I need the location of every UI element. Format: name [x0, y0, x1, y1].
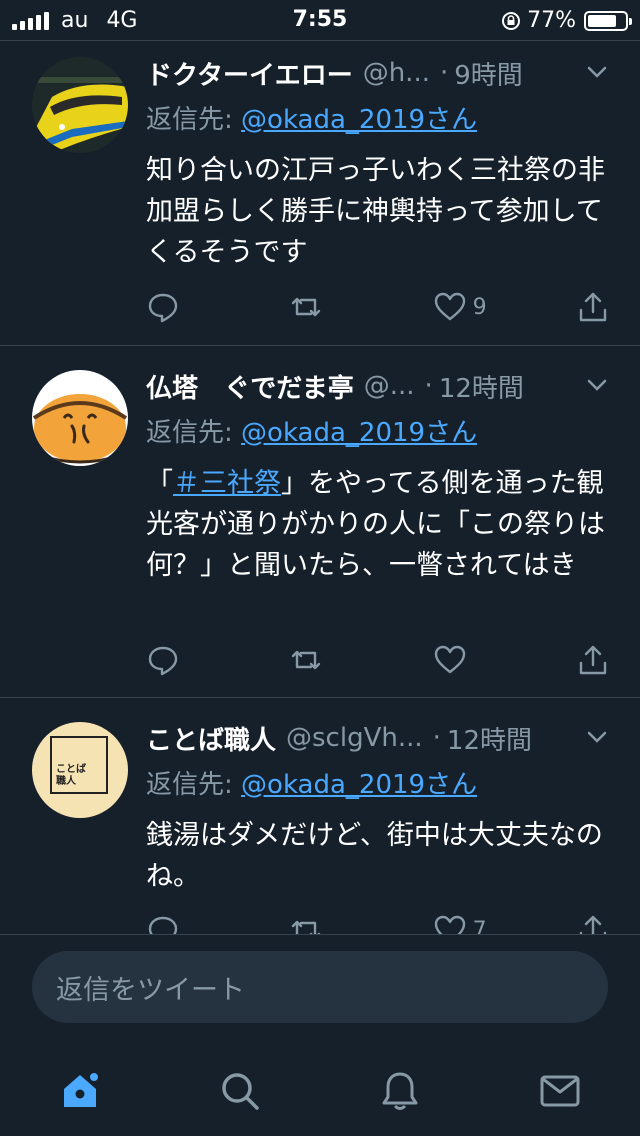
orientation-lock-icon — [502, 11, 521, 30]
search-icon — [222, 1073, 259, 1110]
replying-to: 返信先: @okada_2019さん — [146, 764, 610, 801]
retweet-icon — [292, 650, 321, 670]
like-button[interactable]: 9 — [433, 290, 487, 324]
reply-timeline[interactable]: ドクターイエロー @h... · 9時間 返信先: @okada_2019さん … — [0, 41, 640, 934]
like-count: 9 — [472, 294, 487, 320]
tweet-actions — [146, 640, 610, 680]
reply-button[interactable] — [146, 913, 200, 934]
chevron-down-icon[interactable] — [584, 372, 610, 398]
tweet-time[interactable]: 12時間 — [439, 368, 524, 405]
user-handle[interactable]: @h... — [363, 58, 430, 88]
heart-icon — [434, 645, 465, 674]
reply-to-link[interactable]: @okada_2019さん — [241, 418, 477, 448]
bottom-tab-bar — [0, 1046, 640, 1136]
reply-button[interactable] — [146, 643, 200, 677]
reply-button[interactable] — [146, 290, 200, 324]
tab-messages[interactable] — [520, 1051, 600, 1131]
retweet-button[interactable] — [289, 643, 343, 677]
tab-search[interactable] — [200, 1051, 280, 1131]
avatar[interactable]: ことば 職人 — [32, 722, 128, 818]
heart-icon — [434, 915, 465, 934]
tweet[interactable]: ことば 職人 ことば職人 @sclgVh... · 12時間 返信先: @oka… — [0, 698, 640, 934]
tweet-header: ことば職人 @sclgVh... · 12時間 — [146, 718, 610, 758]
tweet[interactable]: 仏塔 ぐでだま亭 @... · 12時間 返信先: @okada_2019さん … — [0, 346, 640, 698]
like-count: 7 — [472, 917, 487, 935]
tweet-time[interactable]: 9時間 — [454, 55, 523, 92]
tab-home[interactable] — [40, 1051, 120, 1131]
share-button[interactable] — [576, 913, 610, 934]
tweet-header: ドクターイエロー @h... · 9時間 — [146, 53, 610, 93]
avatar-logo-text: ことば 職人 — [56, 764, 86, 787]
retweet-icon — [292, 920, 321, 934]
retweet-button[interactable] — [289, 290, 343, 324]
separator-dot: · — [432, 723, 441, 753]
avatar[interactable] — [32, 57, 128, 153]
share-icon — [579, 645, 607, 675]
tweet-text: 知り合いの江戸っ子いわく三社祭の非加盟らしく勝手に神輿持って参加してくるそうです — [146, 155, 605, 268]
reply-prefix: 返信先: — [146, 770, 242, 800]
home-icon — [64, 1071, 100, 1107]
separator-dot: · — [439, 58, 449, 88]
reply-to-link[interactable]: @okada_2019さん — [241, 105, 477, 135]
heart-icon — [434, 292, 465, 321]
share-icon — [579, 292, 607, 322]
kotoba-shokunin-avatar: ことば 職人 — [50, 736, 108, 794]
reply-icon — [148, 646, 178, 676]
like-button[interactable]: 7 — [433, 913, 487, 934]
tweet[interactable]: ドクターイエロー @h... · 9時間 返信先: @okada_2019さん … — [0, 41, 640, 346]
tweet-text: 「＃三社祭」をやってる側を通った観光客が通りがかりの人に「この祭りは何？」と聞い… — [146, 463, 610, 586]
tweet-actions: 9 — [146, 287, 610, 327]
messages-icon — [540, 1075, 580, 1107]
tweet-actions: 7 — [146, 910, 610, 934]
tweet-text: 銭湯はダメだけど、街中は大丈夫なのね。 — [146, 820, 603, 892]
reply-icon — [148, 293, 178, 323]
chevron-down-icon[interactable] — [584, 59, 610, 85]
reply-icon — [148, 916, 178, 934]
status-bar: au 4G 7:55 77% — [0, 0, 640, 40]
chevron-down-icon[interactable] — [584, 724, 610, 750]
share-button[interactable] — [576, 643, 610, 677]
reply-composer: 返信をツイート — [0, 934, 640, 1046]
notifications-icon — [382, 1072, 418, 1110]
reply-input[interactable]: 返信をツイート — [32, 951, 608, 1023]
like-button[interactable] — [433, 643, 487, 677]
replying-to: 返信先: @okada_2019さん — [146, 412, 610, 449]
display-name[interactable]: ことば職人 — [146, 720, 276, 757]
hashtag-link[interactable]: ＃三社祭 — [173, 468, 281, 499]
reply-prefix: 返信先: — [146, 418, 242, 448]
user-handle[interactable]: @... — [364, 371, 415, 401]
yellow-train-avatar — [32, 57, 128, 153]
retweet-icon — [292, 297, 321, 317]
separator-dot: · — [424, 371, 433, 401]
retweet-button[interactable] — [289, 913, 343, 934]
user-handle[interactable]: @sclgVh... — [286, 723, 423, 753]
gudetama-avatar — [32, 370, 128, 466]
avatar[interactable] — [32, 370, 128, 466]
battery-icon — [584, 10, 632, 31]
text-open-bracket: 「 — [146, 468, 173, 499]
tweet-header: 仏塔 ぐでだま亭 @... · 12時間 — [146, 366, 610, 406]
share-icon — [579, 915, 607, 934]
status-right: 77% — [501, 8, 632, 33]
share-button[interactable] — [576, 290, 610, 324]
display-name[interactable]: 仏塔 ぐでだま亭 — [146, 368, 354, 405]
battery-percent: 77% — [527, 8, 576, 33]
reply-to-link[interactable]: @okada_2019さん — [241, 770, 477, 800]
reply-prefix: 返信先: — [146, 105, 242, 135]
display-name[interactable]: ドクターイエロー — [146, 55, 353, 92]
tweet-time[interactable]: 12時間 — [447, 720, 532, 757]
replying-to: 返信先: @okada_2019さん — [146, 99, 610, 136]
tab-notifications[interactable] — [360, 1051, 440, 1131]
